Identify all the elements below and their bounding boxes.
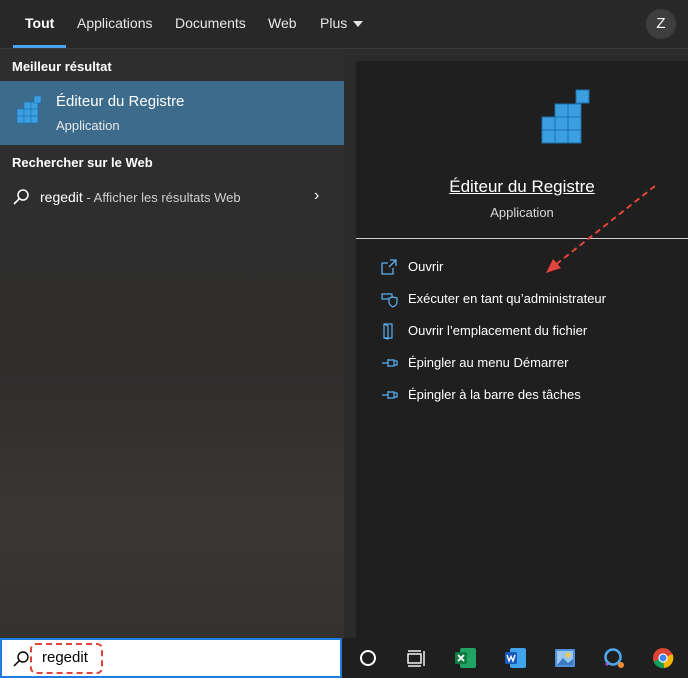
action-pin-taskbar-label: Épingler à la barre des tâches	[408, 387, 581, 402]
action-open[interactable]: Ouvrir	[380, 256, 680, 280]
search-icon	[13, 651, 29, 667]
chevron-right-icon: ›	[314, 187, 320, 204]
tab-web-label: Web	[268, 15, 297, 31]
chrome-icon[interactable]	[651, 646, 675, 670]
cortana-icon[interactable]	[356, 646, 380, 670]
results-pane: Meilleur résultat Éditeur du Registre Ap…	[0, 49, 344, 638]
photos-icon[interactable]	[553, 646, 577, 670]
tab-web[interactable]: Web	[268, 0, 297, 48]
best-result-type: Application	[56, 118, 120, 133]
tab-documents[interactable]: Documents	[175, 0, 246, 48]
tab-all-label: Tout	[25, 15, 55, 31]
detail-card: Éditeur du Registre Application Ouvrir E…	[356, 61, 688, 638]
shield-icon	[381, 293, 398, 308]
pin-icon	[382, 391, 398, 399]
action-pin-start-label: Épingler au menu Démarrer	[408, 355, 569, 370]
best-result-heading: Meilleur résultat	[12, 59, 112, 74]
active-tab-indicator	[13, 45, 67, 48]
detail-app-name[interactable]: Éditeur du Registre	[356, 177, 688, 197]
action-pin-taskbar[interactable]: Épingler à la barre des tâches	[380, 384, 680, 408]
tab-applications-label: Applications	[77, 15, 153, 31]
search-filter-tabs: Tout Applications Documents Web Plus Z	[0, 0, 688, 49]
detail-pane: Éditeur du Registre Application Ouvrir E…	[344, 49, 688, 638]
search-input-value: regedit	[42, 649, 88, 666]
taskbar: regedit	[0, 638, 688, 678]
web-query-text: regedit - Afficher les résultats Web	[40, 189, 241, 205]
pin-icon	[382, 359, 398, 367]
tab-applications[interactable]: Applications	[77, 0, 153, 48]
divider	[356, 238, 688, 239]
excel-icon[interactable]	[454, 646, 478, 670]
search-input[interactable]: regedit	[0, 638, 342, 678]
action-open-file-location[interactable]: Ouvrir l’emplacement du fichier	[380, 320, 680, 344]
tab-more[interactable]: Plus	[320, 0, 364, 48]
search-icon	[13, 189, 29, 205]
action-open-file-location-label: Ouvrir l’emplacement du fichier	[408, 323, 588, 338]
web-search-result[interactable]: regedit - Afficher les résultats Web ›	[0, 178, 344, 216]
web-query: regedit	[40, 189, 83, 205]
action-pin-start[interactable]: Épingler au menu Démarrer	[380, 352, 680, 376]
web-query-hint: - Afficher les résultats Web	[82, 190, 241, 205]
registry-editor-icon	[16, 95, 42, 124]
task-view-icon[interactable]	[404, 646, 428, 670]
chevron-down-icon	[353, 21, 364, 28]
action-run-as-admin-label: Exécuter en tant qu’administrateur	[408, 291, 606, 306]
registry-editor-large-icon	[541, 89, 590, 144]
best-result-name: Éditeur du Registre	[56, 93, 185, 110]
action-run-as-admin[interactable]: Exécuter en tant qu’administrateur	[380, 288, 680, 312]
avatar[interactable]: Z	[646, 9, 676, 39]
detail-app-type: Application	[490, 205, 554, 220]
web-search-heading: Rechercher sur le Web	[12, 155, 153, 170]
feedback-icon[interactable]	[602, 646, 626, 670]
best-result-item[interactable]: Éditeur du Registre Application	[0, 81, 344, 145]
tab-documents-label: Documents	[175, 15, 246, 31]
word-icon[interactable]	[504, 646, 528, 670]
tab-more-label: Plus	[320, 15, 348, 31]
open-icon	[381, 259, 397, 275]
folder-icon	[383, 323, 393, 340]
action-open-label: Ouvrir	[408, 259, 444, 274]
tab-all[interactable]: Tout	[13, 0, 67, 48]
